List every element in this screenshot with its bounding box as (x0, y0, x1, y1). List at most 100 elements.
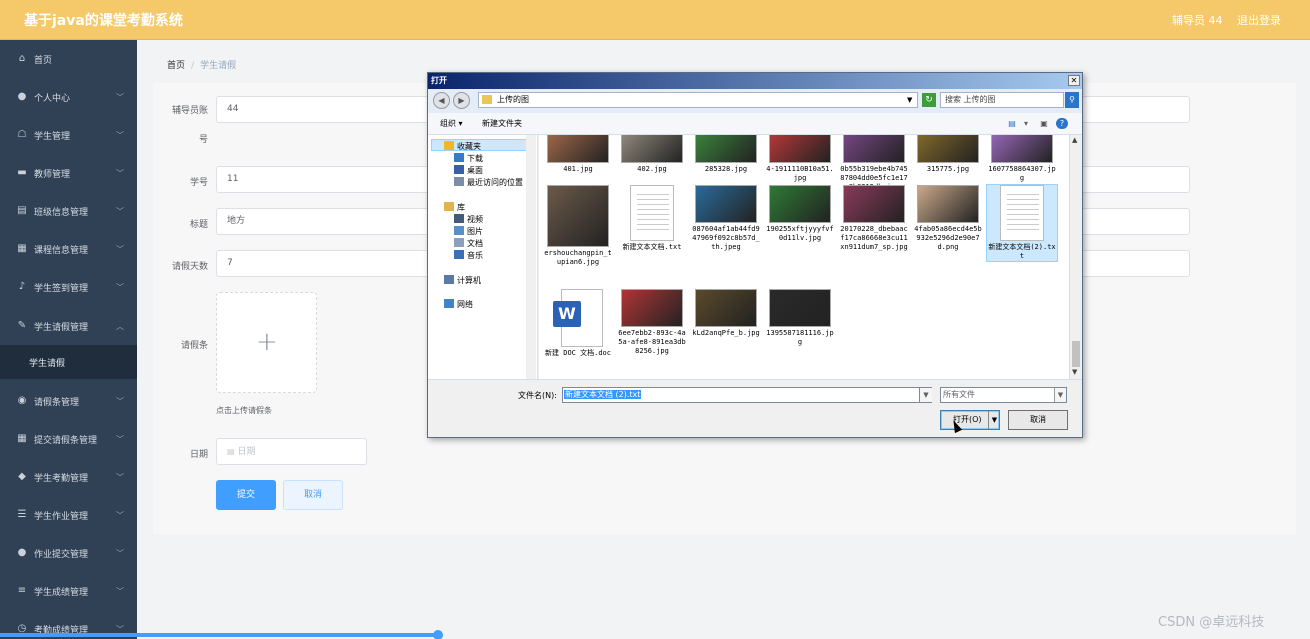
nav-item[interactable]: 文档 (454, 238, 483, 249)
help-icon[interactable]: ? (1056, 118, 1068, 129)
file-item[interactable]: 4fab05a86ecd4e5b932e5296d2e90e7d.png (913, 185, 983, 252)
address-bar[interactable]: 上传的图 ▼ (478, 92, 918, 108)
nav-scrollbar[interactable] (526, 135, 536, 379)
search-input[interactable]: 搜索 上传的图 (940, 92, 1064, 108)
file-item[interactable]: 190255xftjyyyfvf0d11lv.jpg (765, 185, 835, 243)
user-icon: ● (17, 91, 27, 102)
sidebar-item[interactable]: ☰ 学生作业管理 ﹀ (0, 496, 137, 534)
search-icon[interactable]: ⚲ (1065, 92, 1079, 108)
nav-item[interactable]: 桌面 (454, 165, 483, 176)
sidebar-item-label: 课程信息管理 (34, 245, 89, 256)
file-item[interactable]: 087604af1ab44fd947969f092c8b57d_th.jpeg (691, 185, 761, 252)
file-name: 1607758864307.jpg (988, 165, 1056, 182)
cancel-button[interactable]: 取消 (283, 480, 343, 510)
scroll-up-icon[interactable]: ▲ (1072, 136, 1077, 144)
nav-item[interactable]: 库 (444, 202, 465, 213)
sidebar: ⌂ 首页 ● 个人中心 ﹀ ☖ 学生管理 ﹀ ▬ 教师管理 ﹀ ▤ 班级信息管理 ﹀ ▦ 课程信息管理 ﹀ ♪ 学生… (0, 40, 137, 639)
file-item[interactable]: 1395587181116.jpg (765, 289, 835, 347)
chevron-down-icon[interactable]: ▼ (907, 93, 912, 107)
file-item[interactable]: 20170228_dbebaacf17ca86668e3cu11xn911dum… (839, 185, 909, 252)
counselor-label: 辅导员账 号 (171, 106, 208, 145)
nav-item[interactable]: 视频 (454, 214, 483, 225)
file-item[interactable]: 新建文本文档(2).txt (986, 184, 1058, 262)
file-item[interactable]: 4-1911110B10a51.jpg (765, 135, 835, 183)
file-item[interactable]: 285328.jpg (691, 135, 761, 174)
sidebar-item[interactable]: ✎ 学生请假管理 ︿ (0, 307, 137, 345)
file-name: 190255xftjyyyfvf0d11lv.jpg (766, 225, 834, 242)
submit-button[interactable]: 提交 (216, 480, 276, 510)
library-icon (444, 202, 454, 211)
forward-icon[interactable]: ▶ (453, 92, 470, 109)
nav-item[interactable]: 音乐 (454, 250, 483, 261)
note-label: 请假条 (180, 341, 208, 351)
sidebar-item[interactable]: ● 作业提交管理 ﹀ (0, 534, 137, 572)
file-icon-line (1007, 224, 1039, 225)
organize-button[interactable]: 组织 ▾ (440, 118, 463, 129)
breadcrumb-home[interactable]: 首页 (167, 61, 185, 71)
sliders-icon: ☰ (17, 509, 27, 520)
sidebar-item[interactable]: ▬ 教师管理 ﹀ (0, 154, 137, 192)
file-item[interactable]: W 新建 DOC 文档.doc (543, 289, 613, 358)
sidebar-item[interactable]: ♪ 学生签到管理 ﹀ (0, 268, 137, 306)
open-button[interactable]: 打开(O) ▼ (940, 410, 1000, 430)
chevron-down-icon[interactable]: ▼ (919, 388, 932, 402)
chevron-down-icon[interactable]: ▾ (1020, 118, 1032, 129)
refresh-icon[interactable]: ↻ (922, 93, 936, 107)
dialog-title: 打开 (431, 76, 447, 85)
sidebar-item[interactable]: ▦ 提交请假条管理 ﹀ (0, 420, 137, 458)
close-icon[interactable]: ✕ (1068, 75, 1080, 86)
file-item[interactable]: 315775.jpg (913, 135, 983, 174)
back-icon[interactable]: ◀ (433, 92, 450, 109)
chevron-down-icon[interactable]: ▼ (1054, 388, 1066, 402)
sidebar-item[interactable]: ☖ 学生管理 ﹀ (0, 116, 137, 154)
sidebar-item[interactable]: ● 个人中心 ﹀ (0, 78, 137, 116)
nav-item[interactable]: 网络 (444, 299, 473, 310)
preview-pane-icon[interactable]: ▣ (1038, 118, 1050, 129)
sidebar-item[interactable]: ◆ 学生考勤管理 ﹀ (0, 458, 137, 496)
scroll-thumb[interactable] (1072, 341, 1080, 367)
dialog-cancel-button[interactable]: 取消 (1008, 410, 1068, 430)
mic-icon: ♪ (18, 281, 26, 292)
sidebar-item-label: 学生签到管理 (34, 283, 89, 294)
file-item[interactable]: 402.jpg (617, 135, 687, 174)
image-thumbnail (917, 185, 979, 223)
file-item[interactable]: 新建文本文档.txt (617, 185, 687, 252)
date-input[interactable]: ▤ 日期 (216, 438, 367, 465)
nav-item[interactable]: 图片 (454, 226, 483, 237)
watermark: CSDN @卓远科技 (1158, 615, 1265, 630)
file-item[interactable]: 1607758864307.jpg (987, 135, 1057, 183)
file-item[interactable]: 6ee7ebb2-893c-4a5a-afe8-891ea3db8256.jpg (617, 289, 687, 356)
image-thumbnail (621, 289, 683, 327)
address-path: 上传的图 (497, 95, 529, 104)
file-item[interactable]: 0b55b319ebe4b74587804dd0e5fc1e178b8215db… (839, 135, 909, 192)
filetype-select[interactable]: 所有文件 ▼ (940, 387, 1067, 403)
file-item[interactable]: kLd2anqPfe_b.jpg (691, 289, 761, 338)
file-item[interactable]: 401.jpg (543, 135, 613, 174)
image-thumbnail (695, 185, 757, 223)
sidebar-item[interactable]: ▦ 课程信息管理 ﹀ (0, 230, 137, 268)
sidebar-item[interactable]: ≡ 学生成绩管理 ﹀ (0, 572, 137, 610)
view-icon[interactable]: ▤ (1006, 118, 1018, 129)
file-scrollbar[interactable]: ▲ ▼ (1069, 135, 1081, 379)
image-thumbnail (769, 185, 831, 223)
file-name: 401.jpg (563, 165, 593, 173)
upload-box[interactable]: + (216, 292, 317, 393)
sidebar-subitem-student-leave[interactable]: 学生请假 (0, 345, 137, 379)
nav-item[interactable]: 最近访问的位置 (454, 177, 523, 188)
nav-item[interactable]: 下载 (454, 153, 483, 164)
nav-item[interactable]: 收藏夹 (444, 141, 481, 152)
sidebar-item[interactable]: ⌂ 首页 (0, 40, 137, 78)
filename-input[interactable]: 新建文本文档 (2).txt ▼ (562, 387, 932, 403)
sidebar-item-label: 学生考勤管理 (34, 473, 89, 484)
chevron-down-icon[interactable]: ▼ (988, 411, 1000, 429)
file-item[interactable]: ershouchangpin_tupian6.jpg (543, 185, 613, 267)
scroll-down-icon[interactable]: ▼ (1072, 368, 1077, 376)
sidebar-item[interactable]: ▤ 班级信息管理 ﹀ (0, 192, 137, 230)
new-folder-button[interactable]: 新建文件夹 (482, 118, 522, 129)
progress-handle[interactable] (433, 630, 443, 639)
image-thumbnail (843, 135, 905, 163)
file-icon-line (1007, 229, 1039, 230)
logout-link[interactable]: 退出登录 (1237, 12, 1281, 28)
nav-item[interactable]: 计算机 (444, 275, 481, 286)
sidebar-item[interactable]: ◉ 请假条管理 ﹀ (0, 382, 137, 420)
